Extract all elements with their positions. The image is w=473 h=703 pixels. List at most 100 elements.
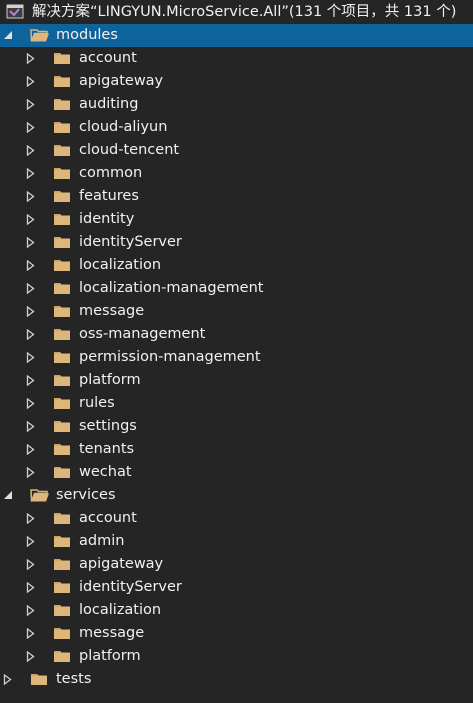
collapsed-arrow-icon[interactable] bbox=[26, 461, 38, 484]
folder-icon bbox=[53, 277, 73, 300]
tree-item-services-message[interactable]: message bbox=[0, 622, 473, 645]
collapsed-arrow-icon[interactable] bbox=[26, 392, 38, 415]
collapsed-arrow-icon[interactable] bbox=[26, 300, 38, 323]
collapsed-arrow-icon[interactable] bbox=[26, 231, 38, 254]
tree-item-label: account bbox=[79, 50, 137, 66]
tree-item-label: localization bbox=[79, 257, 162, 273]
folder-icon bbox=[53, 645, 73, 668]
folder-icon bbox=[53, 415, 73, 438]
tree-item-modules-auditing[interactable]: auditing bbox=[0, 93, 473, 116]
tree-item-label: localization bbox=[79, 602, 162, 618]
collapsed-arrow-icon[interactable] bbox=[26, 599, 38, 622]
folder-icon bbox=[53, 116, 73, 139]
tree-item-label: cloud-aliyun bbox=[79, 119, 168, 135]
folder-icon bbox=[53, 47, 73, 70]
tree-item-label: identityServer bbox=[79, 234, 182, 250]
tree-item-modules-identityServer[interactable]: identityServer bbox=[0, 231, 473, 254]
folder-icon bbox=[53, 93, 73, 116]
folder-row-tests[interactable]: tests bbox=[0, 668, 473, 691]
collapsed-arrow-icon[interactable] bbox=[26, 346, 38, 369]
tree-item-modules-localization[interactable]: localization bbox=[0, 254, 473, 277]
tree-item-label: account bbox=[79, 510, 137, 526]
tree-item-label: platform bbox=[79, 372, 141, 388]
tree-item-label: apigateway bbox=[79, 556, 164, 572]
collapsed-arrow-icon[interactable] bbox=[26, 645, 38, 668]
collapsed-arrow-icon[interactable] bbox=[26, 47, 38, 70]
collapsed-arrow-icon[interactable] bbox=[26, 576, 38, 599]
folder-icon bbox=[53, 162, 73, 185]
tree-item-modules-rules[interactable]: rules bbox=[0, 392, 473, 415]
tree-item-modules-settings[interactable]: settings bbox=[0, 415, 473, 438]
tree-item-modules-oss-management[interactable]: oss-management bbox=[0, 323, 473, 346]
tree-item-modules-tenants[interactable]: tenants bbox=[0, 438, 473, 461]
collapsed-arrow-icon[interactable] bbox=[26, 116, 38, 139]
folder-icon bbox=[53, 300, 73, 323]
collapsed-arrow-icon[interactable] bbox=[26, 70, 38, 93]
tree-item-label: tenants bbox=[79, 441, 135, 457]
folder-icon bbox=[53, 139, 73, 162]
tree-item-modules-platform[interactable]: platform bbox=[0, 369, 473, 392]
collapsed-arrow-icon[interactable] bbox=[26, 139, 38, 162]
tree-item-services-admin[interactable]: admin bbox=[0, 530, 473, 553]
tree-item-label: message bbox=[79, 303, 145, 319]
collapsed-arrow-icon[interactable] bbox=[26, 277, 38, 300]
expanded-arrow-icon[interactable] bbox=[3, 484, 15, 507]
folder-icon bbox=[53, 553, 73, 576]
tree-item-modules-message[interactable]: message bbox=[0, 300, 473, 323]
tree-item-modules-common[interactable]: common bbox=[0, 162, 473, 185]
folder-row-services[interactable]: services bbox=[0, 484, 473, 507]
solution-title: 解决方案“LINGYUN.MicroService.All”(131 个项目，共… bbox=[32, 4, 457, 20]
folder-label: modules bbox=[56, 27, 118, 43]
collapsed-arrow-icon[interactable] bbox=[26, 323, 38, 346]
tree-item-label: identity bbox=[79, 211, 135, 227]
tree-item-label: permission-management bbox=[79, 349, 261, 365]
collapsed-arrow-icon[interactable] bbox=[3, 668, 15, 691]
folder-icon bbox=[53, 599, 73, 622]
folder-icon bbox=[53, 507, 73, 530]
collapsed-arrow-icon[interactable] bbox=[26, 208, 38, 231]
collapsed-arrow-icon[interactable] bbox=[26, 438, 38, 461]
tree-item-label: admin bbox=[79, 533, 125, 549]
expanded-arrow-icon[interactable] bbox=[3, 24, 15, 47]
tree-item-services-identityServer[interactable]: identityServer bbox=[0, 576, 473, 599]
tree-item-modules-permission-management[interactable]: permission-management bbox=[0, 346, 473, 369]
solution-explorer-tree: 解决方案“LINGYUN.MicroService.All”(131 个项目，共… bbox=[0, 0, 473, 703]
collapsed-arrow-icon[interactable] bbox=[26, 553, 38, 576]
collapsed-arrow-icon[interactable] bbox=[26, 93, 38, 116]
collapsed-arrow-icon[interactable] bbox=[26, 254, 38, 277]
tree-item-label: auditing bbox=[79, 96, 139, 112]
tree-item-label: message bbox=[79, 625, 145, 641]
folder-icon bbox=[53, 576, 73, 599]
tree-item-modules-wechat[interactable]: wechat bbox=[0, 461, 473, 484]
collapsed-arrow-icon[interactable] bbox=[26, 185, 38, 208]
collapsed-arrow-icon[interactable] bbox=[26, 622, 38, 645]
tree-item-label: cloud-tencent bbox=[79, 142, 180, 158]
tree-item-services-localization[interactable]: localization bbox=[0, 599, 473, 622]
folder-icon bbox=[53, 208, 73, 231]
tree-item-modules-cloud-tencent[interactable]: cloud-tencent bbox=[0, 139, 473, 162]
collapsed-arrow-icon[interactable] bbox=[26, 507, 38, 530]
folder-icon bbox=[53, 323, 73, 346]
tree-item-label: platform bbox=[79, 648, 141, 664]
folder-label: tests bbox=[56, 671, 92, 687]
tree-item-modules-apigateway[interactable]: apigateway bbox=[0, 70, 473, 93]
tree-item-modules-localization-management[interactable]: localization-management bbox=[0, 277, 473, 300]
tree-item-modules-account[interactable]: account bbox=[0, 47, 473, 70]
tree-item-modules-features[interactable]: features bbox=[0, 185, 473, 208]
folder-open-icon bbox=[30, 484, 50, 507]
collapsed-arrow-icon[interactable] bbox=[26, 369, 38, 392]
collapsed-arrow-icon[interactable] bbox=[26, 162, 38, 185]
folder-row-modules[interactable]: modules bbox=[0, 24, 473, 47]
solution-root-row[interactable]: 解决方案“LINGYUN.MicroService.All”(131 个项目，共… bbox=[0, 1, 473, 24]
folder-icon bbox=[53, 622, 73, 645]
collapsed-arrow-icon[interactable] bbox=[26, 530, 38, 553]
tree-item-services-apigateway[interactable]: apigateway bbox=[0, 553, 473, 576]
tree-item-label: apigateway bbox=[79, 73, 164, 89]
folder-icon bbox=[53, 438, 73, 461]
tree-item-services-account[interactable]: account bbox=[0, 507, 473, 530]
tree-item-label: rules bbox=[79, 395, 115, 411]
tree-item-modules-identity[interactable]: identity bbox=[0, 208, 473, 231]
tree-item-modules-cloud-aliyun[interactable]: cloud-aliyun bbox=[0, 116, 473, 139]
collapsed-arrow-icon[interactable] bbox=[26, 415, 38, 438]
tree-item-services-platform[interactable]: platform bbox=[0, 645, 473, 668]
